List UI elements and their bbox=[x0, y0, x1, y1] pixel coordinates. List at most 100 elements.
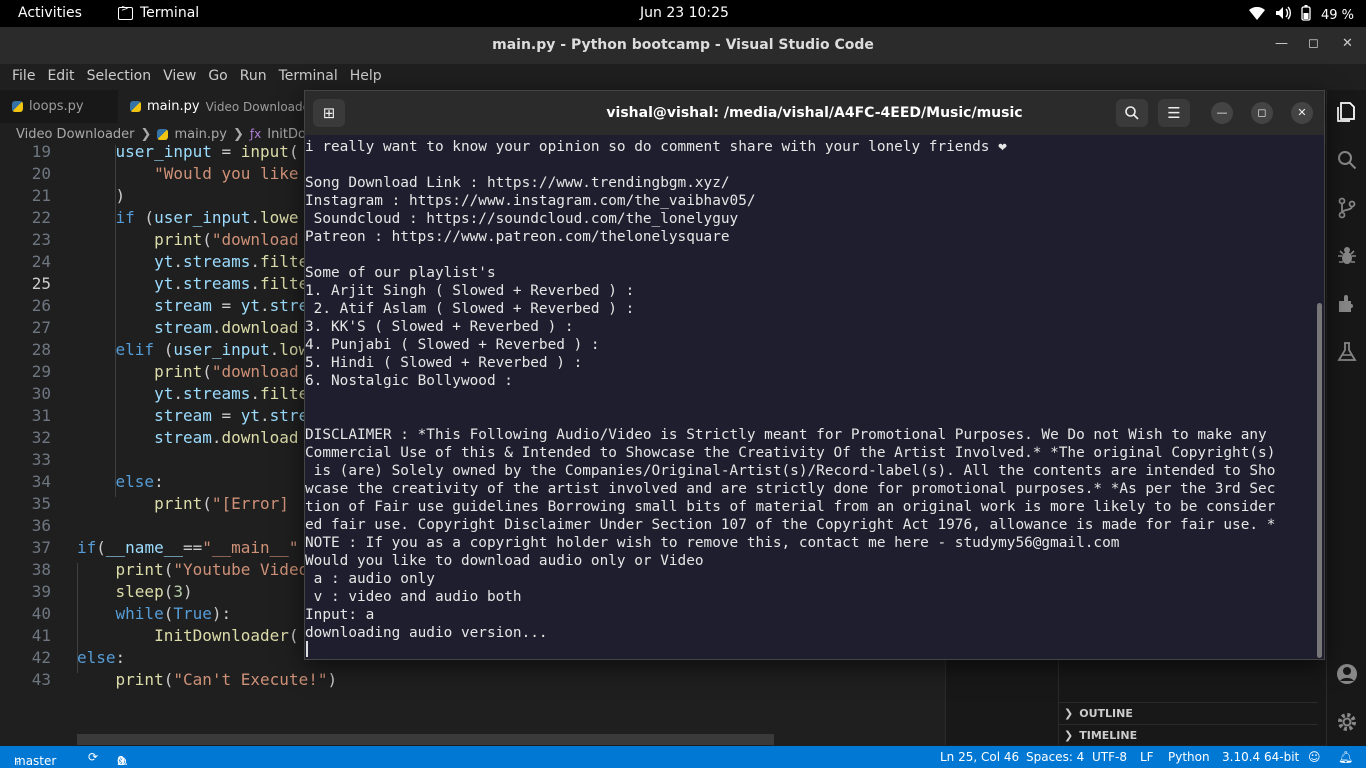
warning-count: 0 bbox=[117, 754, 125, 768]
tab-label: main.py bbox=[147, 99, 200, 114]
encoding[interactable]: UTF-8 bbox=[1092, 750, 1127, 764]
terminal-line: 3. KK'S ( Slowed + Reverbed ) : bbox=[305, 319, 574, 335]
status-bar: ⑂ master ⟳ ⊗ 0 ⚠ 0 Ln 25, Col 46 Spaces:… bbox=[0, 746, 1366, 768]
testing-icon[interactable] bbox=[1335, 340, 1359, 364]
timeline-label: TIMELINE bbox=[1079, 729, 1138, 742]
chevron-right-icon: ❯ bbox=[140, 126, 152, 142]
terminal-line: Instagram : https://www.instagram.com/th… bbox=[305, 193, 756, 209]
volume-icon bbox=[1275, 6, 1291, 24]
terminal-line: is (are) Solely owned by the Companies/O… bbox=[305, 463, 1276, 479]
terminal-line: 6. Nostalgic Bollywood : bbox=[305, 373, 513, 389]
end-of-line[interactable]: LF bbox=[1140, 750, 1154, 764]
terminal-line: wcase the creativity of the artist invol… bbox=[305, 481, 1276, 497]
terminal-window[interactable]: ⊞ vishal@vishal: /media/vishal/A4FC-4EED… bbox=[304, 90, 1325, 660]
terminal-line: 2. Atif Aslam ( Slowed + Reverbed ) : bbox=[305, 301, 635, 317]
menu-help[interactable]: Help bbox=[344, 64, 388, 90]
terminal-line: downloading audio version... bbox=[305, 625, 548, 641]
window-titlebar: main.py - Python bootcamp - Visual Studi… bbox=[0, 27, 1366, 64]
close-icon[interactable]: ✕ bbox=[1291, 102, 1313, 124]
terminal-line: ed fair use. Copyright Disclaimer Under … bbox=[305, 517, 1276, 533]
tab-description: Video Downloader bbox=[205, 99, 315, 114]
terminal-line: NOTE : If you as a copyright holder wish… bbox=[305, 535, 1120, 551]
language-mode[interactable]: Python bbox=[1168, 750, 1210, 764]
search-icon bbox=[1125, 106, 1139, 120]
clock[interactable]: Jun 23 10:25 bbox=[640, 5, 729, 21]
terminal-icon bbox=[118, 4, 133, 20]
system-tray[interactable]: 49 % bbox=[1248, 5, 1354, 25]
run-debug-icon[interactable] bbox=[1335, 244, 1359, 268]
python-interpreter[interactable]: 3.10.4 64-bit bbox=[1222, 750, 1299, 764]
code-line: 43 print("Can't Execute!") bbox=[31, 670, 338, 689]
wifi-icon bbox=[1248, 6, 1265, 24]
menu-go[interactable]: Go bbox=[202, 64, 233, 90]
chevron-right-icon: ❯ bbox=[1064, 707, 1074, 720]
menu-terminal[interactable]: Terminal bbox=[273, 64, 344, 90]
close-icon[interactable]: ✕ bbox=[1342, 36, 1353, 51]
app-menu-label: Terminal bbox=[140, 5, 200, 21]
indentation[interactable]: Spaces: 4 bbox=[1026, 750, 1084, 764]
bell-icon[interactable]: 🔔︎ bbox=[1338, 750, 1353, 764]
timeline-section[interactable]: ❯ TIMELINE bbox=[1058, 724, 1318, 746]
python-file-icon bbox=[130, 101, 141, 112]
maximize-icon[interactable]: ◻ bbox=[1251, 102, 1273, 124]
extensions-icon[interactable] bbox=[1335, 292, 1359, 316]
terminal-output[interactable]: i really want to know your opinion so do… bbox=[305, 139, 1315, 659]
menu-view[interactable]: View bbox=[157, 64, 202, 90]
terminal-cursor bbox=[306, 641, 308, 657]
breadcrumb-file[interactable]: main.py bbox=[174, 127, 227, 142]
terminal-line: v : video and audio both bbox=[305, 589, 522, 605]
terminal-scrollbar[interactable] bbox=[1317, 303, 1322, 658]
terminal-line: Would you like to download audio only or… bbox=[305, 553, 704, 569]
outline-section[interactable]: ❯ OUTLINE bbox=[1058, 702, 1318, 724]
battery-icon bbox=[1301, 5, 1311, 25]
source-control-icon[interactable] bbox=[1335, 196, 1359, 220]
editor-horizontal-scrollbar[interactable] bbox=[77, 734, 774, 745]
breadcrumb-folder[interactable]: Video Downloader bbox=[16, 127, 135, 142]
manage-gear-icon[interactable] bbox=[1335, 710, 1359, 734]
python-file-icon bbox=[12, 101, 23, 112]
terminal-line: 4. Punjabi ( Slowed + Reverbed ) : bbox=[305, 337, 600, 353]
menu-run[interactable]: Run bbox=[234, 64, 273, 90]
terminal-line: 5. Hindi ( Slowed + Reverbed ) : bbox=[305, 355, 583, 371]
python-file-icon bbox=[157, 128, 169, 140]
tab-loops-py[interactable]: loops.py bbox=[0, 90, 118, 123]
terminal-line: Input: a bbox=[305, 607, 375, 623]
sync-icon[interactable]: ⟳ bbox=[88, 750, 98, 764]
menu-selection[interactable]: Selection bbox=[81, 64, 158, 90]
terminal-headerbar: ⊞ vishal@vishal: /media/vishal/A4FC-4EED… bbox=[305, 91, 1324, 135]
menu-bar: File Edit Selection View Go Run Terminal… bbox=[0, 64, 1366, 90]
activities-button[interactable]: Activities bbox=[18, 5, 82, 21]
chevron-right-icon: ❯ bbox=[233, 126, 244, 142]
menu-file[interactable]: File bbox=[6, 64, 41, 90]
cursor-position[interactable]: Ln 25, Col 46 bbox=[940, 750, 1019, 764]
explorer-icon[interactable] bbox=[1335, 100, 1359, 124]
terminal-line: i really want to know your opinion so do… bbox=[305, 139, 1007, 155]
terminal-line: tion of Fair use guidelines Borrowing sm… bbox=[305, 499, 1276, 515]
function-icon: ƒx bbox=[249, 127, 262, 141]
chevron-right-icon: ❯ bbox=[1064, 729, 1074, 742]
terminal-search-button[interactable] bbox=[1116, 99, 1148, 127]
menu-edit[interactable]: Edit bbox=[41, 64, 80, 90]
minimize-icon[interactable]: — bbox=[1275, 36, 1288, 51]
tab-main-py[interactable]: main.py Video Downloader bbox=[118, 90, 318, 123]
app-menu[interactable]: Terminal bbox=[118, 4, 200, 21]
outline-label: OUTLINE bbox=[1079, 707, 1133, 720]
terminal-line: 1. Arjit Singh ( Slowed + Reverbed ) : bbox=[305, 283, 635, 299]
account-icon[interactable] bbox=[1335, 662, 1359, 686]
maximize-icon[interactable]: ◻ bbox=[1308, 36, 1319, 51]
system-top-bar: Activities Terminal Jun 23 10:25 49 % bbox=[0, 0, 1366, 27]
hamburger-menu-button[interactable]: ☰ bbox=[1158, 99, 1190, 127]
terminal-line: Commercial Use of this & Intended to Sho… bbox=[305, 445, 1276, 461]
battery-percent: 49 % bbox=[1320, 7, 1354, 23]
terminal-line: DISCLAIMER : *This Following Audio/Video… bbox=[305, 427, 1267, 443]
minimize-icon[interactable]: — bbox=[1211, 102, 1233, 124]
feedback-icon[interactable]: ☺ bbox=[1308, 750, 1321, 764]
branch-name: master bbox=[14, 754, 57, 768]
tab-label: loops.py bbox=[29, 99, 84, 114]
activity-bar bbox=[1326, 90, 1366, 746]
terminal-line: a : audio only bbox=[305, 571, 435, 587]
terminal-line: Soundcloud : https://soundcloud.com/the_… bbox=[305, 211, 739, 227]
search-icon[interactable] bbox=[1335, 148, 1359, 172]
terminal-line: Some of our playlist's bbox=[305, 265, 496, 281]
terminal-line: Patreon : https://www.patreon.com/thelon… bbox=[305, 229, 730, 245]
